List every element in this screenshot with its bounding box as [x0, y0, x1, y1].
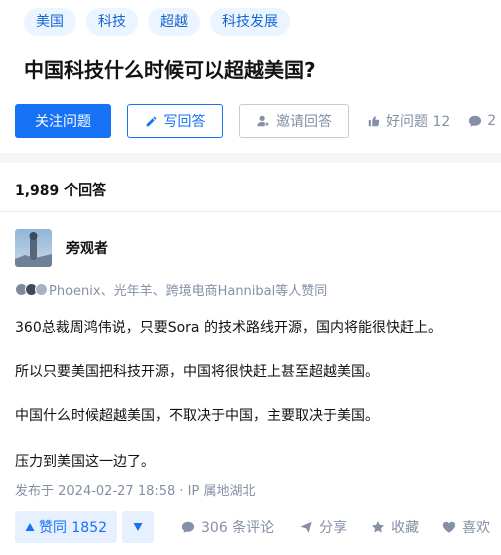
star-icon [371, 520, 385, 534]
comments-label: 306 条评论 [201, 520, 275, 536]
favorite-button[interactable]: 收藏 [371, 517, 419, 537]
share-label: 分享 [319, 520, 348, 536]
invite-user-icon [256, 114, 270, 128]
question-comments-count: 2 [487, 113, 497, 129]
author-avatar[interactable] [15, 229, 52, 267]
divider [0, 211, 501, 212]
write-answer-button[interactable]: 写回答 [127, 104, 223, 138]
invite-answer-label: 邀请回答 [276, 114, 332, 130]
voters-text: Phoenix、光年羊、跨境电商Hannibal等人赞同 [49, 284, 328, 299]
share-icon [299, 520, 313, 534]
like-button[interactable]: 喜欢 [442, 517, 490, 537]
answer-paragraph: 中国什么时候超越美国，不取决于中国，主要取决于美国。 [15, 408, 379, 424]
answer-paragraph: 360总裁周鸿伟说，只要Sora 的技术路线开源，国内将能很快赶上。 [15, 320, 442, 336]
pencil-icon [145, 115, 158, 128]
triangle-up-icon [25, 522, 35, 532]
voter-avatar [35, 283, 48, 296]
answer-paragraph: 所以只要美国把科技开源，中国将很快赶上甚至超越美国。 [15, 364, 379, 380]
upvote-button[interactable]: 赞同 1852 [15, 511, 117, 543]
thumb-up-icon [367, 114, 381, 128]
upvote-label: 赞同 1852 [38, 520, 108, 536]
favorite-label: 收藏 [391, 520, 420, 536]
downvote-button[interactable] [122, 511, 154, 543]
section-divider [0, 153, 501, 163]
voter-avatars [15, 283, 48, 296]
good-question-label: 好问题 12 [386, 114, 451, 130]
good-question-button[interactable]: 好问题 12 [367, 111, 450, 131]
triangle-down-icon [133, 522, 143, 532]
heart-icon [442, 520, 456, 534]
voters-line: Phoenix、光年羊、跨境电商Hannibal等人赞同 [15, 280, 327, 299]
follow-question-button[interactable]: 关注问题 [15, 104, 111, 138]
question-actions: 关注问题 写回答 邀请回答 好问题 12 2 [15, 104, 496, 138]
author-name[interactable]: 旁观者 [66, 238, 108, 258]
answer-action-bar: 赞同 1852 306 条评论 分享 收藏 喜欢 [15, 511, 490, 543]
question-comments-button[interactable]: 2 [468, 113, 496, 129]
comment-icon [181, 520, 195, 534]
follow-question-label: 关注问题 [35, 114, 91, 130]
question-title[interactable]: 中国科技什么时候可以超越美国? [24, 54, 316, 83]
topic-tag[interactable]: 科技 [86, 8, 138, 36]
write-answer-label: 写回答 [163, 114, 206, 130]
topic-tags: 美国 科技 超越 科技发展 [24, 8, 290, 36]
answer-paragraph: 压力到美国这一边了。 [15, 454, 155, 470]
post-time[interactable]: 发布于 2024-02-27 18:58 · IP 属地湖北 [15, 480, 255, 499]
comment-icon [468, 114, 482, 128]
comments-button[interactable]: 306 条评论 [181, 517, 274, 537]
answer-count: 1,989 个回答 [15, 183, 107, 199]
like-label: 喜欢 [462, 520, 491, 536]
topic-tag[interactable]: 超越 [148, 8, 200, 36]
share-button[interactable]: 分享 [299, 517, 347, 537]
invite-answer-button[interactable]: 邀请回答 [239, 104, 349, 138]
topic-tag[interactable]: 科技发展 [210, 8, 290, 36]
topic-tag[interactable]: 美国 [24, 8, 76, 36]
